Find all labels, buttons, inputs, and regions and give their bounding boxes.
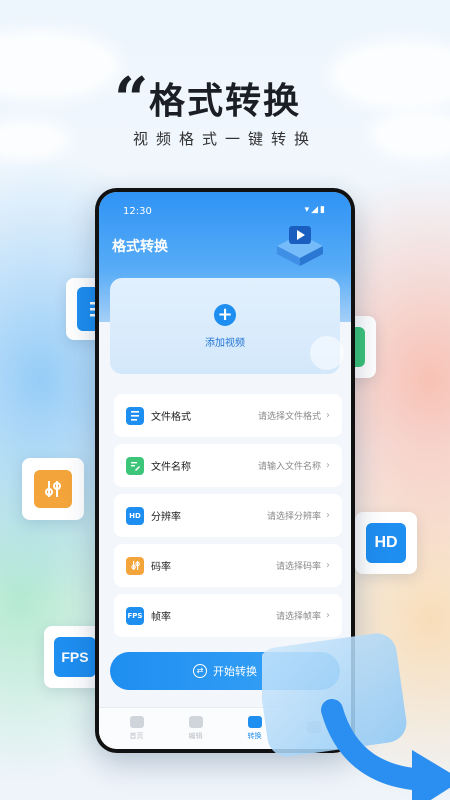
- hd-icon: HD: [366, 523, 406, 563]
- page-title: 格式转换: [112, 239, 168, 255]
- sliders-icon: [126, 556, 144, 575]
- chevron-right-icon: ›: [326, 410, 330, 421]
- hd-icon: HD: [126, 506, 144, 525]
- settings-row-label: 码率: [151, 562, 171, 573]
- tab-video[interactable]: 编辑: [188, 716, 203, 741]
- video-hero-icon: [277, 226, 323, 266]
- chevron-right-icon: ›: [326, 560, 330, 571]
- film-reel-icon: [310, 336, 344, 370]
- settings-row-value: 请选择分辨率: [266, 512, 321, 522]
- settings-row-label: 文件格式: [151, 412, 191, 423]
- tab-convert[interactable]: 转换: [247, 716, 262, 741]
- tab-label: 首页: [129, 732, 144, 740]
- add-video-card[interactable]: + 添加视频: [110, 278, 344, 374]
- settings-row-label: 文件名称: [151, 462, 191, 473]
- convert-icon: [247, 716, 262, 728]
- settings-row-value: 请选择帧率: [275, 612, 321, 622]
- fps-icon: FPS: [126, 606, 144, 625]
- home-icon: [129, 716, 144, 728]
- add-icon[interactable]: +: [214, 304, 236, 326]
- edit-icon: [126, 456, 144, 475]
- convert-icon: ⇄: [193, 664, 207, 678]
- status-icons: ▾◢▮: [304, 205, 327, 215]
- tab-label: 编辑: [188, 732, 203, 740]
- convert-arrow-graphic: [262, 633, 450, 800]
- sliders-icon: [34, 470, 72, 508]
- hero-title: 格式转换: [148, 81, 301, 122]
- hero-subtitle: 视频格式一键转换: [132, 130, 317, 148]
- chevron-right-icon: ›: [326, 510, 330, 521]
- settings-row-value: 请输入文件名称: [257, 462, 321, 472]
- settings-row-label: 帧率: [151, 612, 171, 623]
- chevron-right-icon: ›: [326, 610, 330, 621]
- settings-row[interactable]: 码率 请选择码率 ›: [114, 544, 342, 587]
- settings-row[interactable]: 文件名称 请输入文件名称 ›: [114, 444, 342, 487]
- floating-sliders-card: [22, 458, 84, 520]
- tab-home[interactable]: 首页: [129, 716, 144, 741]
- fps-icon: FPS: [54, 637, 96, 677]
- settings-row[interactable]: 文件格式 请选择文件格式 ›: [114, 394, 342, 437]
- settings-row[interactable]: HD 分辨率 请选择分辨率 ›: [114, 494, 342, 537]
- settings-row-value: 请选择文件格式: [257, 412, 321, 422]
- status-time: 12:30: [123, 206, 152, 217]
- video-icon: [188, 716, 203, 728]
- settings-row-label: 分辨率: [151, 512, 181, 523]
- add-video-label: 添加视频: [205, 338, 245, 349]
- floating-hd-card: HD: [355, 512, 417, 574]
- tab-label: 转换: [247, 732, 262, 740]
- start-convert-label: 开始转换: [213, 665, 257, 678]
- settings-row-value: 请选择码率: [275, 562, 321, 572]
- chevron-right-icon: ›: [326, 460, 330, 471]
- document-icon: [126, 406, 144, 425]
